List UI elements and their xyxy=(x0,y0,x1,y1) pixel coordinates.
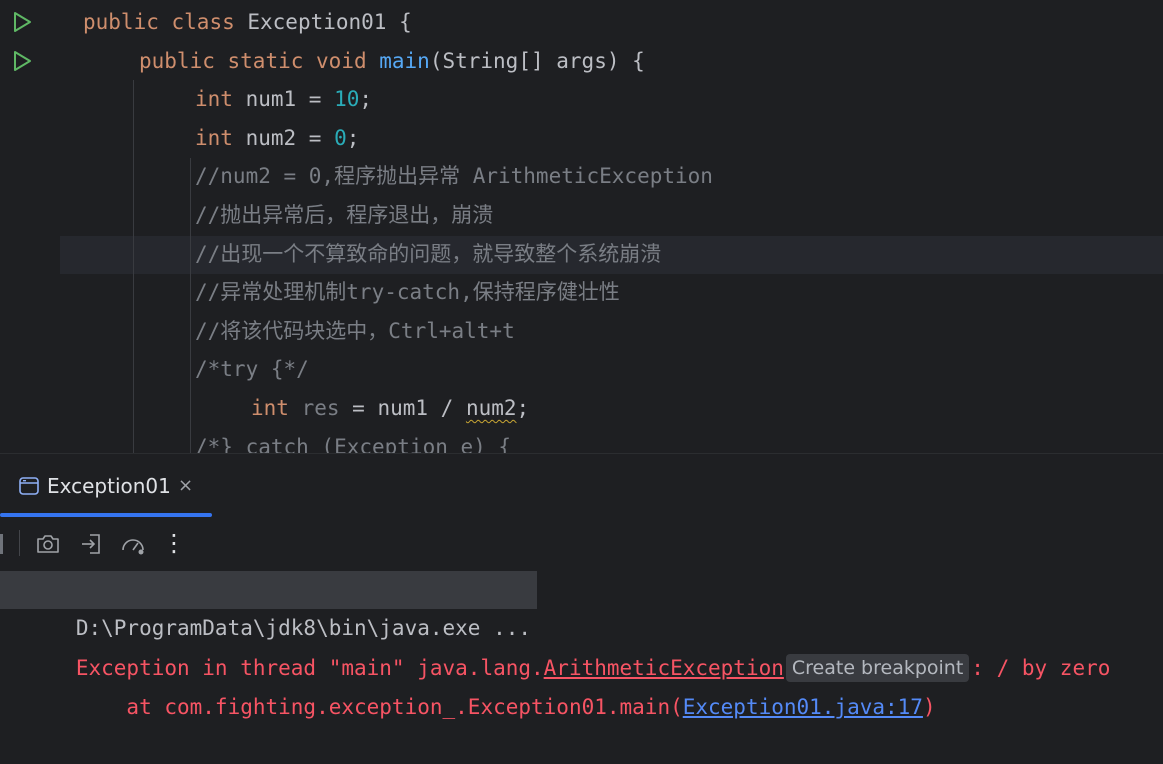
code-text: //num2 = 0,程序抛出异常 ArithmeticException xyxy=(195,157,713,195)
code-line: /*} catch (Exception e) { xyxy=(0,428,1163,453)
run-tab-bar: Exception01 × xyxy=(0,454,1163,518)
code-token: num1 = xyxy=(245,87,335,112)
error-suffix: : / by zero xyxy=(971,656,1111,680)
code-token: //出现一个不算致命的问题，就导致整个系统崩溃 xyxy=(195,241,662,266)
toolbar-separator xyxy=(19,530,20,556)
code-text: int num2 = 0; xyxy=(195,119,359,157)
code-token: class xyxy=(171,10,248,34)
code-token: ; xyxy=(346,125,360,150)
tab-exception01[interactable]: Exception01 × xyxy=(0,454,212,518)
code-line: /*try {*/ xyxy=(0,350,1163,388)
speedometer-icon[interactable] xyxy=(119,530,147,558)
code-token: static xyxy=(227,48,317,73)
code-line: public static void main(String[] args) { xyxy=(0,42,1163,80)
tab-label: Exception01 xyxy=(47,474,171,498)
code-token: num2 xyxy=(465,396,517,420)
code-token: ; xyxy=(516,396,530,420)
console-window-icon xyxy=(19,477,39,495)
code-text: /*} catch (Exception e) { xyxy=(195,428,511,453)
code-token: int xyxy=(251,396,302,420)
code-token: //异常处理机制try-catch,保持程序健壮性 xyxy=(195,280,620,305)
code-text: //出现一个不算致命的问题，就导致整个系统崩溃 xyxy=(195,235,661,273)
close-icon[interactable]: × xyxy=(178,471,193,501)
code-token: //抛出异常后，程序退出，崩溃 xyxy=(195,203,494,227)
code-token: public xyxy=(83,10,172,34)
console-stack-line: at com.fighting.exception_.Exception01.m… xyxy=(0,650,935,719)
code-line: //出现一个不算致命的问题，就导致整个系统崩溃 xyxy=(0,235,1163,273)
console-output[interactable]: D:\ProgramData\jdk8\bin\java.exe ... Exc… xyxy=(0,571,1163,719)
code-text: //抛出异常后，程序退出，崩溃 xyxy=(195,196,493,234)
stack-suffix: ) xyxy=(922,695,936,719)
source-location-link[interactable]: Exception01.java:17 xyxy=(683,695,923,719)
code-token: void xyxy=(316,48,380,73)
code-token: //将该代码块选中，Ctrl+alt+t xyxy=(195,318,515,343)
code-token: int xyxy=(195,125,246,150)
stack-prefix: at com.fighting.exception_.Exception01.m… xyxy=(75,695,683,719)
code-token: main xyxy=(379,48,430,73)
code-token: public xyxy=(139,48,228,73)
code-text: public static void main(String[] args) { xyxy=(139,42,645,80)
code-line: int num2 = 0; xyxy=(0,119,1163,157)
code-text: //将该代码块选中，Ctrl+alt+t xyxy=(195,312,515,350)
code-token: //num2 = 0,程序抛出异常 ArithmeticException xyxy=(195,164,713,189)
code-token: res xyxy=(301,396,340,420)
code-token: /*} catch (Exception e) { xyxy=(195,434,512,453)
login-icon[interactable] xyxy=(77,530,105,558)
code-token: Exception01 { xyxy=(247,10,412,34)
code-token: 0 xyxy=(334,125,347,150)
code-line: //异常处理机制try-catch,保持程序健壮性 xyxy=(0,273,1163,311)
code-text: public class Exception01 { xyxy=(83,3,412,41)
camera-icon[interactable] xyxy=(34,530,62,558)
code-line: public class Exception01 { xyxy=(0,3,1163,41)
code-token: (String[] args) { xyxy=(429,48,645,73)
code-line: //num2 = 0,程序抛出异常 ArithmeticException xyxy=(0,157,1163,195)
code-line: //将该代码块选中，Ctrl+alt+t xyxy=(0,312,1163,350)
code-text: int num1 = 10; xyxy=(195,80,372,118)
run-tool-window: Exception01 × ⋮ D:\ProgramData\jdk8\bin\… xyxy=(0,453,1163,719)
code-token: 10 xyxy=(334,87,360,112)
code-line: //抛出异常后，程序退出，崩溃 xyxy=(0,196,1163,234)
code-token: int xyxy=(195,87,246,112)
code-line: int res = num1 / num2; xyxy=(0,389,1163,427)
more-vertical-icon[interactable]: ⋮ xyxy=(162,526,186,557)
code-text: /*try {*/ xyxy=(195,350,309,388)
console-command-line: D:\ProgramData\jdk8\bin\java.exe ... xyxy=(0,571,538,640)
code-token: /*try {*/ xyxy=(195,357,309,382)
code-line: int num1 = 10; xyxy=(0,80,1163,118)
console-error-line: Exception in thread "main" java.lang.Ari… xyxy=(0,611,1110,682)
code-token: num2 = xyxy=(245,125,335,150)
toolbar-edge-handle xyxy=(0,534,3,554)
run-toolbar: ⋮ xyxy=(0,524,1163,566)
code-text: //异常处理机制try-catch,保持程序健壮性 xyxy=(195,273,620,311)
code-token: = num1 / xyxy=(339,396,466,420)
code-text: int res = num1 / num2; xyxy=(251,389,529,427)
code-editor[interactable]: public class Exception01 {public static … xyxy=(0,0,1163,453)
active-tab-indicator xyxy=(0,513,212,517)
code-token: ; xyxy=(359,87,373,112)
